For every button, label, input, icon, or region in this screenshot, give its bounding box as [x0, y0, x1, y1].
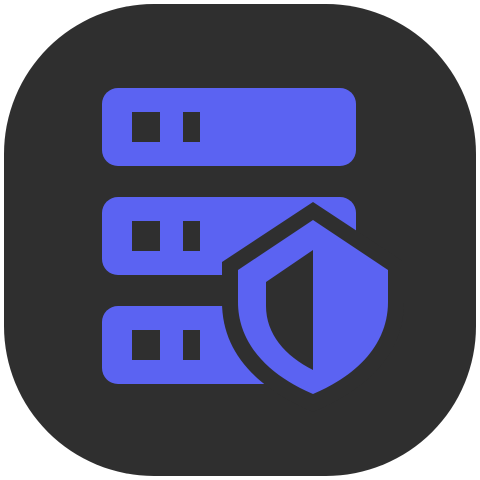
- indicator-bar: [183, 112, 200, 142]
- indicator-square: [132, 221, 160, 251]
- indicator-square: [132, 112, 160, 142]
- indicator-bar: [183, 330, 200, 360]
- server-security-icon: [102, 88, 404, 412]
- indicator-bar: [183, 221, 200, 251]
- indicator-square: [132, 330, 160, 360]
